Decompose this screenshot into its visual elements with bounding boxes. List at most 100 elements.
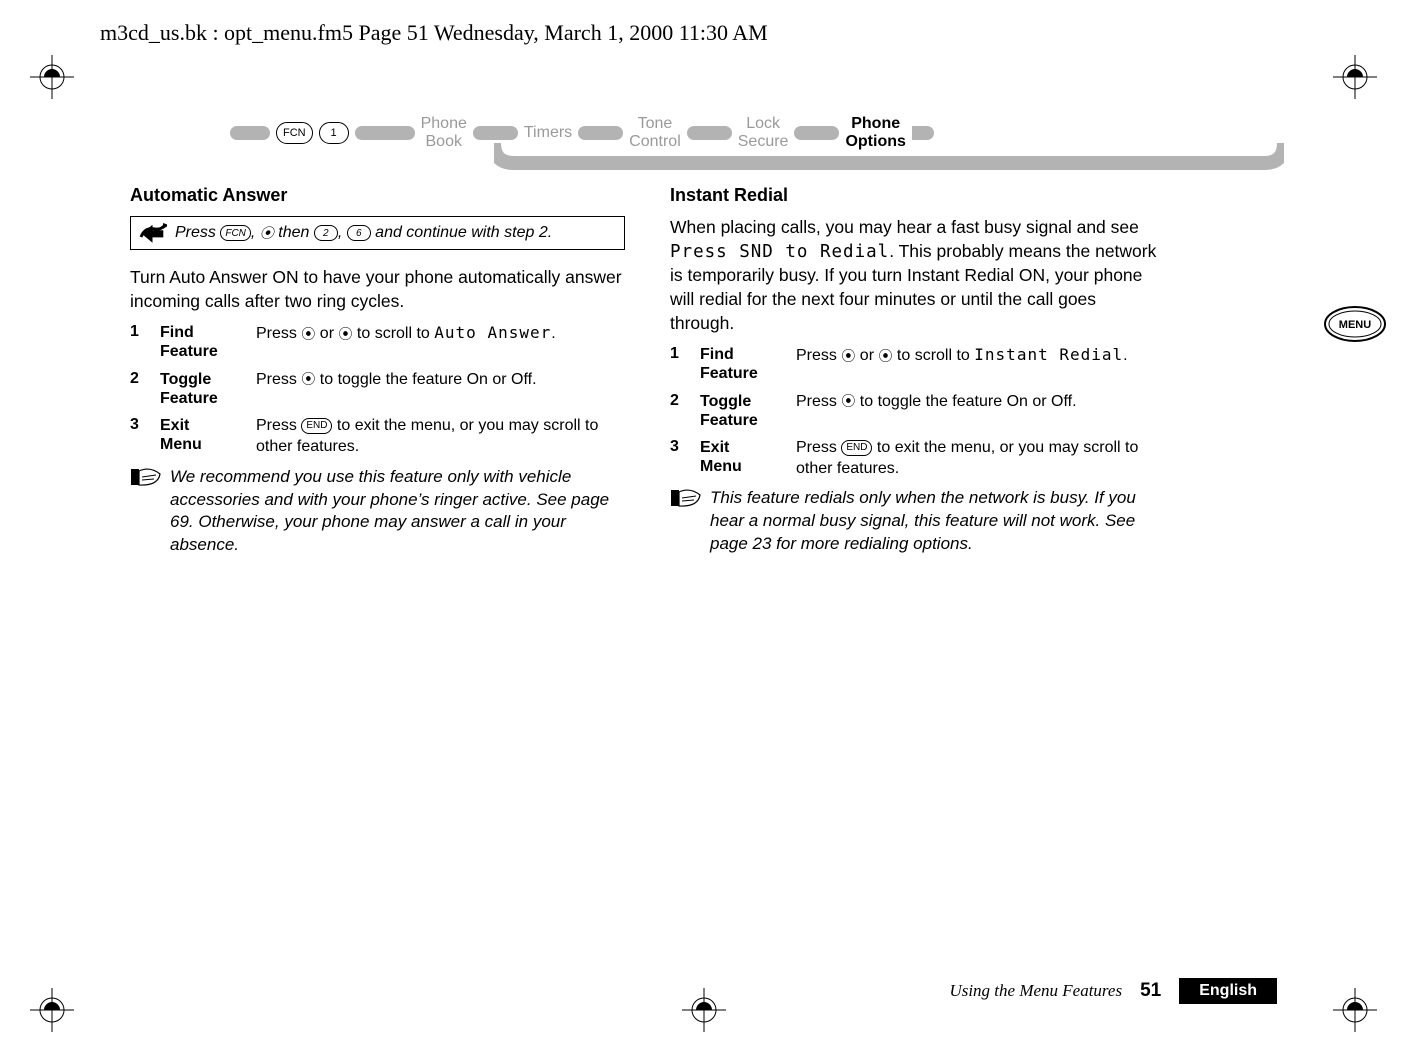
step-label: Find Feature [160,323,240,361]
menu-side-tab: MENU [1323,305,1387,343]
step-label-l2: Menu [700,457,780,476]
body-text: When placing calls, you may hear a fast … [670,216,1165,335]
nav-connector-icon [578,126,623,140]
crop-mark-icon [1333,55,1377,99]
footer-language-badge: English [1179,978,1277,1004]
step-text-part: to scroll to [352,325,434,342]
note-text: This feature redials only when the netwo… [710,487,1165,556]
step-text-part: to scroll to [892,347,974,364]
select-key-icon: ⦿ [301,370,315,388]
shortcut-text-prefix: Press [175,224,220,241]
lcd-text: Auto Answer [434,323,551,342]
step-label: Exit Menu [160,416,240,454]
step-text-part: to toggle the feature On or Off. [855,393,1076,410]
fcn-key-icon: FCN [220,225,251,241]
nav-end-cap-icon [912,126,934,140]
step-text-part: Press [796,393,841,410]
lcd-text: Press SND to Redial [670,242,889,262]
menu-tab-label: MENU [1339,319,1371,331]
shortcut-box: Press FCN, ⦿ then 2, 6 and continue with… [130,216,625,250]
section-title-auto-answer: Automatic Answer [130,185,625,206]
step-text-part: to toggle the feature On or Off. [315,371,536,388]
left-column: Automatic Answer Press FCN, ⦿ then 2, 6 … [130,185,625,557]
one-key-icon: 1 [319,122,349,144]
step-label-l1: Find [160,323,240,342]
nav-tone-l1: Tone [629,115,681,133]
step-label-l2: Feature [160,342,240,361]
nav-phone-book-l2: Book [421,133,467,151]
nav-options-l1: Phone [845,115,905,133]
body-text-part: When placing calls, you may hear a fast … [670,217,1139,237]
step-text-part: Press [256,325,301,342]
footer-chapter-title: Using the Menu Features [949,981,1122,1001]
nav-timers: Timers [524,124,572,142]
step-text-part: or [855,347,878,364]
step-row: 2 Toggle Feature Press ⦿ to toggle the f… [670,392,1165,430]
nav-start-pill-icon [230,126,270,140]
nav-connector-icon [473,126,518,140]
shortcut-text: Press FCN, ⦿ then 2, 6 and continue with… [175,223,552,243]
note-hand-icon [130,466,162,488]
step-text: Press END to exit the menu, or you may s… [796,438,1165,480]
nav-loop-line-icon [494,143,1284,183]
step-text-part: . [551,325,555,342]
step-label-l1: Exit [700,438,780,457]
step-text-part: or [315,325,338,342]
select-key-icon: ⦿ [260,223,274,243]
nav-breadcrumb: FCN 1 Phone Book Timers Tone Control Loc… [230,115,1130,185]
step-row: 3 Exit Menu Press END to exit the menu, … [670,438,1165,480]
step-label: Find Feature [700,345,780,383]
step-number: 3 [670,438,684,456]
shortcut-text-mid3: , [338,224,347,241]
nav-lock-l1: Lock [738,115,789,133]
footer-page-number: 51 [1140,980,1161,1002]
step-number: 1 [670,345,684,363]
step-number: 2 [130,370,144,388]
end-key-icon: END [841,440,872,456]
step-row: 1 Find Feature Press ⦿ or ⦿ to scroll to… [670,345,1165,383]
end-key-icon: END [301,418,332,434]
step-text: Press END to exit the menu, or you may s… [256,416,625,458]
step-label: Toggle Feature [160,370,240,408]
shortcut-text-mid2: then [274,224,314,241]
body-text: Turn Auto Answer ON to have your phone a… [130,266,625,313]
step-number: 3 [130,416,144,434]
step-text-part: Press [796,439,841,456]
nav-phone-book: Phone Book [421,115,467,150]
page-footer: Using the Menu Features 51 English [0,978,1407,1004]
step-text: Press ⦿ to toggle the feature On or Off. [256,370,625,391]
nav-phone-book-l1: Phone [421,115,467,133]
right-column: Instant Redial When placing calls, you m… [670,185,1165,557]
step-number: 1 [130,323,144,341]
step-text-part: Press [796,347,841,364]
step-text: Press ⦿ or ⦿ to scroll to Auto Answer. [256,323,625,345]
six-key-icon: 6 [347,225,371,241]
fcn-key-icon: FCN [276,122,313,144]
up-scroll-icon: ⦿ [301,325,315,343]
up-scroll-icon: ⦿ [841,347,855,365]
shortcut-text-end: and continue with step 2. [371,224,552,241]
nav-connector-icon [355,126,415,140]
file-header-text: m3cd_us.bk : opt_menu.fm5 Page 51 Wednes… [100,20,768,46]
note-text: We recommend you use this feature only w… [170,466,625,558]
nav-connector-icon [687,126,732,140]
step-text-part: Press [256,417,301,434]
step-label-l1: Toggle [160,370,240,389]
step-number: 2 [670,392,684,410]
step-row: 3 Exit Menu Press END to exit the menu, … [130,416,625,458]
step-label-l1: Find [700,345,780,364]
step-text-part: Press [256,371,301,388]
shortcut-text-mid1: , [251,224,260,241]
select-key-icon: ⦿ [841,392,855,410]
nav-connector-icon [794,126,839,140]
step-label: Toggle Feature [700,392,780,430]
step-label-l2: Menu [160,435,240,454]
step-text-part: . [1123,347,1127,364]
lcd-text: Instant Redial [974,345,1123,364]
note-hand-icon [670,487,702,509]
note-row: This feature redials only when the netwo… [670,487,1165,556]
step-label-l1: Exit [160,416,240,435]
shortcut-arrow-icon [139,223,167,243]
step-label-l1: Toggle [700,392,780,411]
step-label-l2: Feature [700,411,780,430]
